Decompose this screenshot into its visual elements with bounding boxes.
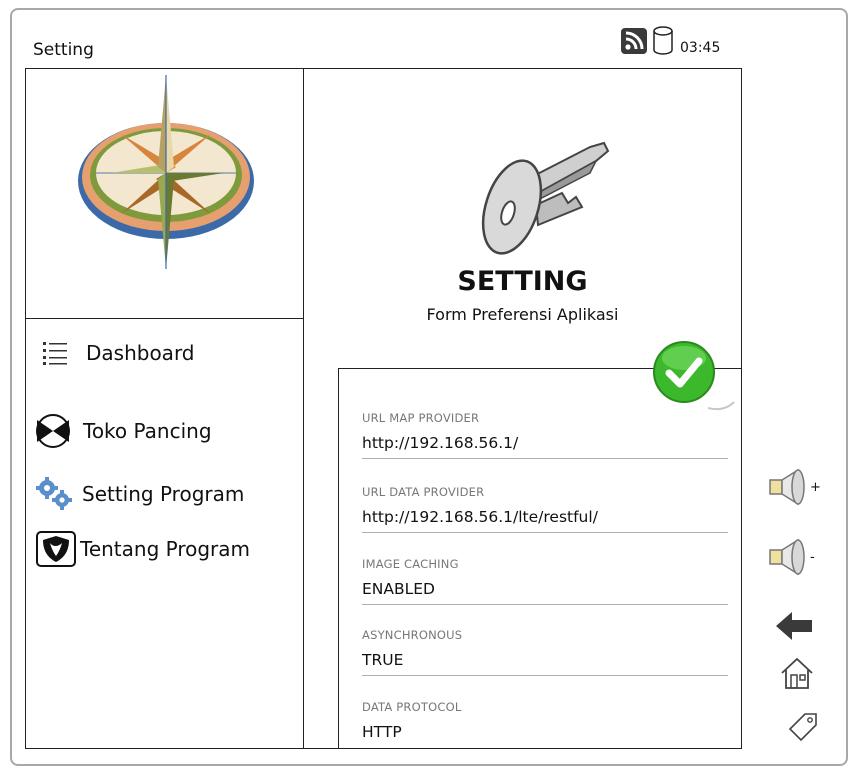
sidebar-item-dashboard[interactable]: Dashboard — [38, 340, 195, 366]
field-label: DATA PROTOCOL — [362, 700, 462, 714]
volume-down-button[interactable]: - — [768, 538, 815, 576]
field-asynchronous: ASYNCHRONOUS TRUE — [362, 628, 728, 676]
sidebar-item-label: Dashboard — [86, 341, 195, 365]
sidebar-item-label: Toko Pancing — [83, 419, 212, 443]
field-url-map-provider: URL MAP PROVIDER http://192.168.56.1/ — [362, 411, 728, 459]
sidebar-item-label: Setting Program — [82, 482, 245, 506]
field-label: ASYNCHRONOUS — [362, 628, 463, 642]
asynchronous-input[interactable]: TRUE — [362, 651, 728, 676]
window-title: Setting — [33, 40, 94, 60]
shield-icon — [36, 531, 76, 567]
sidebar-item-toko-pancing[interactable]: Toko Pancing — [33, 414, 212, 448]
confirm-check-button[interactable] — [652, 340, 716, 404]
sidebar-item-tentang-program[interactable]: Tentang Program — [36, 531, 250, 567]
clock: 03:45 — [680, 40, 721, 56]
sidebar-item-setting-program[interactable]: Setting Program — [36, 477, 244, 511]
compass-logo — [78, 75, 254, 269]
field-data-protocol: DATA PROTOCOL HTTP — [362, 700, 728, 747]
fish-icon — [33, 414, 73, 448]
url-map-provider-input[interactable]: http://192.168.56.1/ — [362, 434, 728, 459]
field-url-data-provider: URL DATA PROVIDER http://192.168.56.1/lt… — [362, 485, 728, 533]
data-protocol-input[interactable]: HTTP — [362, 723, 728, 747]
list-icon — [38, 340, 72, 366]
image-caching-input[interactable]: ENABLED — [362, 580, 728, 605]
url-data-provider-input[interactable]: http://192.168.56.1/lte/restful/ — [362, 508, 728, 533]
rss-icon — [620, 27, 648, 59]
gears-icon — [36, 477, 74, 511]
field-label: URL DATA PROVIDER — [362, 485, 485, 499]
volume-up-sign: + — [810, 479, 821, 495]
database-icon — [652, 26, 674, 60]
home-button[interactable] — [780, 656, 814, 690]
tag-icon — [788, 713, 817, 742]
page-subheading: Form Preferensi Aplikasi — [426, 305, 619, 324]
form-curl-decoration — [707, 401, 735, 411]
back-button[interactable] — [776, 612, 814, 640]
volume-up-button[interactable]: + — [768, 468, 821, 506]
tag-button[interactable] — [788, 712, 818, 742]
logo-panel — [25, 68, 304, 319]
home-icon — [781, 657, 813, 689]
volume-down-sign: - — [810, 549, 815, 565]
status-bar: 03:45 — [620, 26, 721, 60]
key-icon — [481, 141, 610, 255]
speaker-icon — [769, 468, 805, 506]
field-label: URL MAP PROVIDER — [362, 411, 480, 425]
field-image-caching: IMAGE CACHING ENABLED — [362, 557, 728, 605]
speaker-icon — [769, 538, 805, 576]
page-heading: SETTING — [457, 266, 588, 297]
arrow-left-icon — [776, 612, 812, 640]
sidebar-item-label: Tentang Program — [80, 537, 251, 561]
field-label: IMAGE CACHING — [362, 557, 459, 571]
